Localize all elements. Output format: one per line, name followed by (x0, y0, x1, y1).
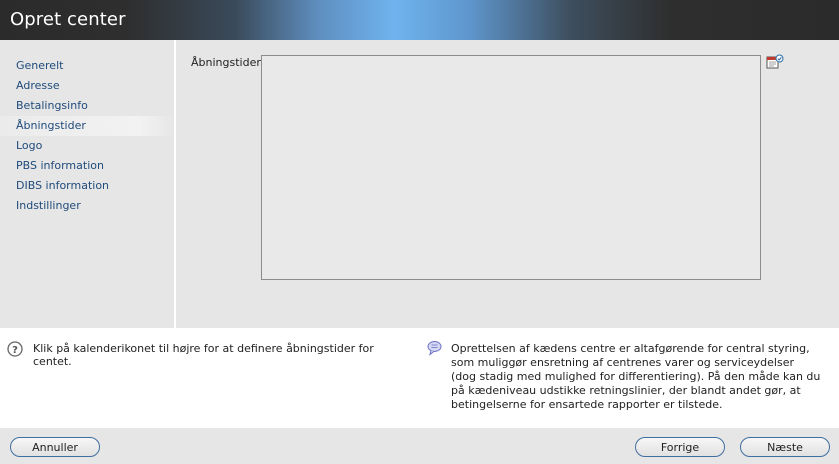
sidebar-item-generelt[interactable]: Generelt (0, 56, 174, 76)
sidebar-item-abningstider[interactable]: Åbningstider (0, 116, 174, 136)
main-panel: Åbningstider (176, 40, 839, 328)
sidebar-item-indstillinger[interactable]: Indstillinger (0, 196, 174, 216)
info-text: Oprettelsen af kædens centre er altafgør… (451, 342, 821, 411)
sidebar-item-betalingsinfo[interactable]: Betalingsinfo (0, 96, 174, 116)
sidebar-item-dibs-information[interactable]: DIBS information (0, 176, 174, 196)
footer-bar: Annuller Forrige Næste (0, 428, 839, 464)
hint-text: Klik på kalenderikonet til højre for at … (33, 342, 374, 368)
speech-bubble-icon (427, 341, 442, 356)
sidebar-item-logo[interactable]: Logo (0, 136, 174, 156)
cancel-button[interactable]: Annuller (10, 437, 100, 457)
calendar-edit-icon[interactable] (766, 54, 784, 70)
next-button[interactable]: Næste (740, 437, 830, 457)
title-bar: Opret center (0, 0, 839, 40)
sidebar-nav: Generelt Adresse Betalingsinfo Åbningsti… (0, 40, 174, 216)
help-area: ? Klik på kalenderikonet til højre for a… (0, 328, 839, 428)
sidebar-item-adresse[interactable]: Adresse (0, 76, 174, 96)
sidebar: Generelt Adresse Betalingsinfo Åbningsti… (0, 40, 176, 328)
sidebar-item-pbs-information[interactable]: PBS information (0, 156, 174, 176)
svg-text:?: ? (12, 345, 18, 356)
previous-button[interactable]: Forrige (635, 437, 725, 457)
opening-hours-label: Åbningstider (191, 56, 261, 69)
question-circle-icon: ? (7, 341, 23, 357)
window-title: Opret center (10, 9, 126, 30)
opening-hours-textarea[interactable] (261, 55, 761, 280)
